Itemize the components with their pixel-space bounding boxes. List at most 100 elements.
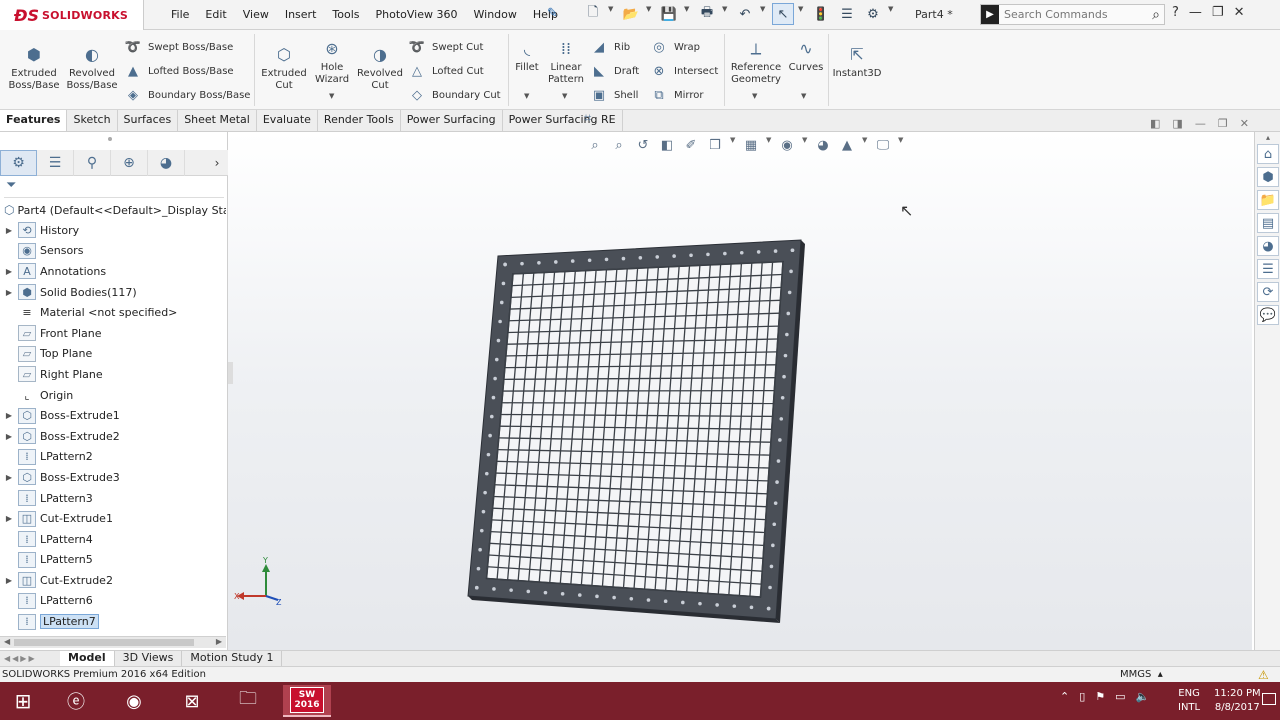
tab-render-tools[interactable]: Render Tools xyxy=(318,110,401,131)
chevron-down-icon[interactable]: ▼ xyxy=(888,5,896,25)
chevron-down-icon[interactable]: ▼ xyxy=(684,5,692,25)
close-icon[interactable]: ✕ xyxy=(1234,5,1245,20)
tab-motion-study-1[interactable]: Motion Study 1 xyxy=(182,651,283,666)
expand-arrow-icon[interactable]: ▶ xyxy=(0,411,18,420)
forum-chat-icon[interactable]: 💬 xyxy=(1257,305,1279,325)
chevron-down-icon[interactable]: ▼ xyxy=(562,92,567,100)
expand-arrow-icon[interactable]: ▶ xyxy=(0,473,18,482)
design-library-icon[interactable]: ⬢ xyxy=(1257,167,1279,187)
tab-navigation-icon[interactable]: ◀◀▶▶ xyxy=(0,654,60,663)
tree-item[interactable]: ⁞ LPattern5 xyxy=(0,550,226,571)
customize-tabs-icon[interactable]: ⌗ xyxy=(584,111,591,126)
task-pane-expand-icon[interactable]: ▴ xyxy=(1257,133,1279,142)
draft-button[interactable]: ◣ Draft xyxy=(590,62,639,80)
expand-arrow-icon[interactable]: ▶ xyxy=(0,514,18,523)
extruded-cut-button[interactable]: ⬡ Extruded Cut xyxy=(258,44,310,92)
display-manager-tab-icon[interactable]: ◕ xyxy=(148,150,185,176)
lofted-boss-button[interactable]: ▲ Lofted Boss/Base xyxy=(124,62,234,80)
tree-item[interactable]: ▱ Right Plane xyxy=(0,364,226,385)
search-commands-box[interactable]: ▶ Search Commands ⌕ xyxy=(980,4,1165,25)
tree-item[interactable]: ⁞ LPattern7 xyxy=(0,611,226,632)
chevron-down-icon[interactable]: ▼ xyxy=(801,92,806,100)
clock[interactable]: 11:20 PM 8/8/2017 xyxy=(1214,687,1261,715)
viewport-minimize-icon[interactable]: — xyxy=(1195,117,1206,130)
open-folder-icon[interactable]: 📂 xyxy=(620,3,642,25)
horizontal-scrollbar[interactable]: ◀ ▶ xyxy=(0,636,226,648)
chevron-right-icon[interactable]: › xyxy=(206,150,228,175)
tree-item[interactable]: ≡ Material <not specified> xyxy=(0,302,226,323)
chevron-down-icon[interactable]: ▼ xyxy=(608,5,616,25)
menu-photoview[interactable]: PhotoView 360 xyxy=(368,8,466,21)
linear-pattern-button[interactable]: ⁞⁞ Linear Pattern xyxy=(546,38,586,86)
select-pointer-icon[interactable]: ↖ xyxy=(772,3,794,25)
feature-tree-tab-icon[interactable]: ⚙ xyxy=(0,150,37,176)
wrap-button[interactable]: ◎ Wrap xyxy=(650,38,700,56)
menu-view[interactable]: View xyxy=(235,8,277,21)
tile-left-icon[interactable]: ◧ xyxy=(1150,117,1160,130)
hole-wizard-button[interactable]: ⊛ Hole Wizard xyxy=(310,38,354,86)
rebuild-icon[interactable]: 🚦 xyxy=(810,3,832,25)
pin-icon[interactable]: ✎ xyxy=(547,6,558,21)
tab-evaluate[interactable]: Evaluate xyxy=(257,110,318,131)
appearances-icon[interactable]: ◕ xyxy=(1257,236,1279,256)
tab-power-surfacing-re[interactable]: Power Surfacing RE xyxy=(503,110,623,131)
show-hidden-icons[interactable]: ⌃ xyxy=(1060,690,1069,703)
tree-item[interactable]: ⁞ LPattern3 xyxy=(0,488,226,509)
revolved-cut-button[interactable]: ◑ Revolved Cut xyxy=(356,44,404,92)
fillet-button[interactable]: ◟ Fillet xyxy=(512,38,542,74)
tab-sheet-metal[interactable]: Sheet Metal xyxy=(178,110,257,131)
filter-icon[interactable]: ⏷ xyxy=(4,178,224,198)
tree-item[interactable]: ⌞ Origin xyxy=(0,385,226,406)
minimize-icon[interactable]: — xyxy=(1189,5,1202,20)
rebuild-warning-icon[interactable]: ⚠ xyxy=(1258,668,1269,682)
property-manager-tab-icon[interactable]: ☰ xyxy=(37,150,74,176)
graphics-area[interactable]: ⌕ ⌕ ↺ ◧ ✐ ❒ ▼ ▦ ▼ ◉ ▼ ◕ ▲ ▼ 🖵 ▼ Y X Z ↖ xyxy=(228,132,1252,650)
menu-edit[interactable]: Edit xyxy=(197,8,234,21)
search-icon[interactable]: ⌕ xyxy=(1152,7,1164,23)
solidworks-logo[interactable]: ƉS SOLIDWORKS xyxy=(0,0,144,30)
scroll-left-icon[interactable]: ◀ xyxy=(4,637,10,646)
chevron-down-icon[interactable]: ▼ xyxy=(760,5,768,25)
tab-features[interactable]: Features xyxy=(0,110,68,131)
custom-properties-icon[interactable]: ☰ xyxy=(1257,259,1279,279)
rib-button[interactable]: ◢ Rib xyxy=(590,38,630,56)
menu-tools[interactable]: Tools xyxy=(324,8,367,21)
chevron-down-icon[interactable]: ▼ xyxy=(798,5,806,25)
options-gear-icon[interactable]: ⚙ xyxy=(862,3,884,25)
chrome-icon[interactable]: ◉ xyxy=(110,685,158,717)
mirror-button[interactable]: ⧉ Mirror xyxy=(650,86,703,104)
help-icon[interactable]: ? xyxy=(1172,5,1179,20)
tree-root-part[interactable]: ⬡ Part4 (Default<<Default>_Display State xyxy=(4,202,226,218)
menu-insert[interactable]: Insert xyxy=(277,8,325,21)
tab-sketch[interactable]: Sketch xyxy=(67,110,118,131)
excel-icon[interactable]: ⊠ xyxy=(168,685,216,717)
boundary-cut-button[interactable]: ◇ Boundary Cut xyxy=(408,86,501,104)
scroll-right-icon[interactable]: ▶ xyxy=(216,637,222,646)
undo-icon[interactable]: ↶ xyxy=(734,3,756,25)
tree-item[interactable]: ▶ ⬡ Boss-Extrude3 xyxy=(0,467,226,488)
tab-3d-views[interactable]: 3D Views xyxy=(115,651,183,666)
instant3d-button[interactable]: ⇱ Instant3D xyxy=(830,44,884,80)
action-center-icon[interactable] xyxy=(1262,693,1276,705)
menu-help[interactable]: Help xyxy=(525,8,566,21)
reference-geometry-button[interactable]: ⟂ Reference Geometry xyxy=(728,38,784,86)
curves-button[interactable]: ∿ Curves xyxy=(786,38,826,74)
tree-item[interactable]: ⁞ LPattern2 xyxy=(0,447,226,468)
tree-item[interactable]: ▶ A Annotations xyxy=(0,261,226,282)
swept-cut-button[interactable]: ➰ Swept Cut xyxy=(408,38,483,56)
chevron-down-icon[interactable]: ▼ xyxy=(646,5,654,25)
extruded-boss-button[interactable]: ⬢ Extruded Boss/Base xyxy=(6,44,62,92)
solidworks-resources-icon[interactable]: ⌂ xyxy=(1257,144,1279,164)
swept-boss-button[interactable]: ➰ Swept Boss/Base xyxy=(124,38,233,56)
expand-arrow-icon[interactable]: ▶ xyxy=(0,432,18,441)
volume-icon[interactable]: 🔈 xyxy=(1136,690,1150,703)
expand-arrow-icon[interactable]: ▶ xyxy=(0,288,18,297)
windows-start-icon[interactable]: ⊞ xyxy=(8,688,38,714)
save-icon[interactable]: 💾 xyxy=(658,3,680,25)
lofted-cut-button[interactable]: △ Lofted Cut xyxy=(408,62,484,80)
chevron-down-icon[interactable]: ▼ xyxy=(752,92,757,100)
expand-arrow-icon[interactable]: ▶ xyxy=(0,576,18,585)
network-icon[interactable]: ▭ xyxy=(1115,690,1125,703)
tree-item[interactable]: ▶ ⬢ Solid Bodies(117) xyxy=(0,282,226,303)
language-indicator[interactable]: ENG INTL xyxy=(1178,687,1200,715)
